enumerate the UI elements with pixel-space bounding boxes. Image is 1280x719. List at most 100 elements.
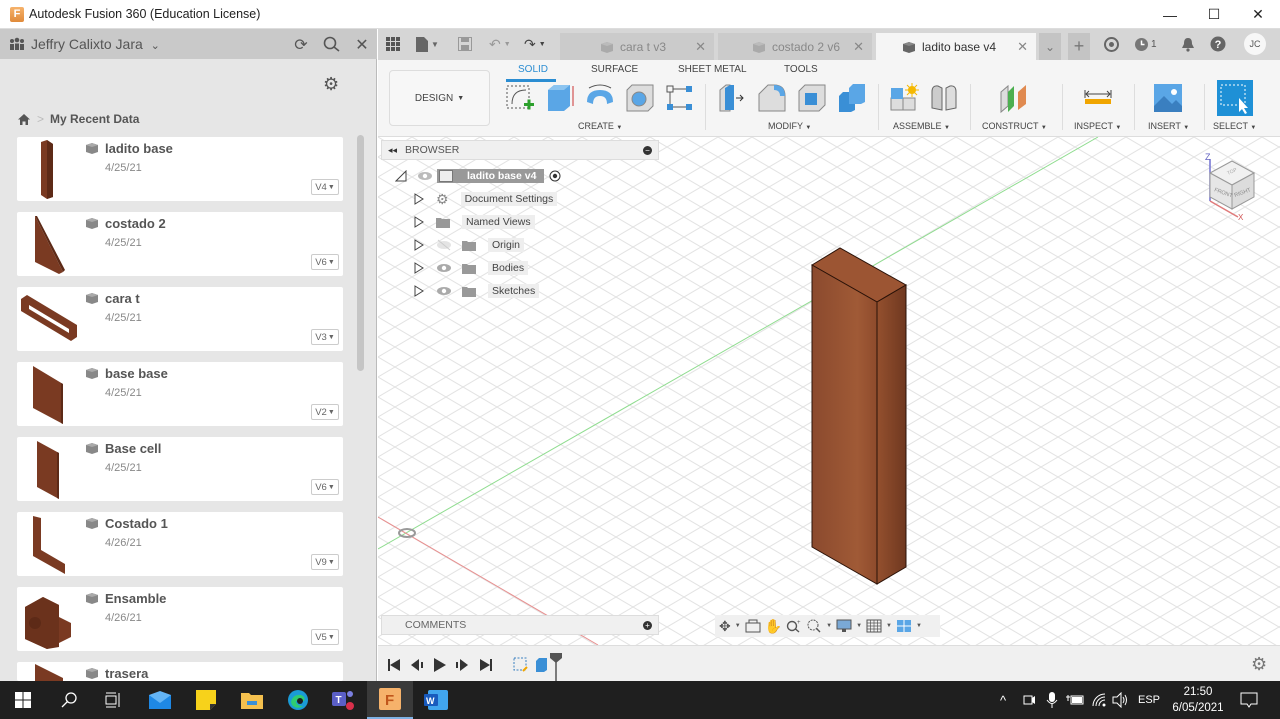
joint-icon[interactable] — [928, 82, 960, 114]
data-item-card[interactable]: cara t 4/25/21 V3 ▼ — [17, 287, 343, 351]
meet-now-icon[interactable] — [1022, 693, 1036, 707]
timeline-marker-handle[interactable] — [549, 653, 563, 682]
viewports-icon[interactable] — [896, 619, 912, 633]
data-item-card[interactable]: costado 2 4/25/21 V6 ▼ — [17, 212, 343, 276]
shell-icon[interactable] — [796, 82, 828, 114]
version-dropdown[interactable]: V6 ▼ — [311, 254, 339, 270]
fusion-360-app[interactable]: F — [367, 681, 413, 719]
comments-panel-header[interactable]: COMMENTS + — [381, 615, 659, 635]
version-dropdown[interactable]: V3 ▼ — [311, 329, 339, 345]
press-pull-icon[interactable] — [716, 82, 748, 114]
modify-menu[interactable]: MODIFY ▼ — [768, 121, 811, 131]
expand-triangle-icon[interactable] — [414, 239, 424, 251]
play-icon[interactable] — [434, 658, 446, 672]
eye-hidden-icon[interactable] — [436, 239, 452, 251]
eye-icon[interactable] — [436, 285, 452, 297]
new-component-icon[interactable] — [888, 82, 920, 114]
go-to-start-icon[interactable] — [388, 659, 400, 671]
step-back-icon[interactable] — [411, 659, 423, 671]
browser-node-named-views[interactable]: Named Views — [395, 212, 675, 232]
help-icon[interactable]: ? — [1210, 36, 1226, 52]
document-tab-active[interactable]: ladito base v4 ✕ — [876, 33, 1036, 60]
eye-icon[interactable] — [417, 170, 433, 182]
zoom-icon[interactable]: + — [786, 619, 802, 633]
edge-browser-app[interactable] — [275, 681, 321, 719]
file-explorer-app[interactable] — [229, 681, 275, 719]
data-item-card[interactable]: trasera — [17, 662, 343, 681]
create-sketch-icon[interactable] — [504, 82, 536, 114]
team-icon[interactable] — [9, 37, 25, 51]
hole-icon[interactable] — [624, 82, 656, 114]
tab-surface[interactable]: SURFACE — [591, 64, 638, 75]
item-name[interactable]: costado 2 — [105, 216, 166, 231]
version-dropdown[interactable]: V6 ▼ — [311, 479, 339, 495]
data-item-card[interactable]: Costado 1 4/26/21 V9 ▼ — [17, 512, 343, 576]
refresh-icon[interactable]: ⟳ — [291, 35, 311, 54]
timeline-sketch-feature-icon[interactable] — [513, 657, 529, 673]
microphone-icon[interactable] — [1046, 692, 1058, 708]
tab-solid[interactable]: SOLID — [518, 64, 548, 75]
expand-triangle-icon[interactable] — [414, 216, 424, 228]
item-name[interactable]: Costado 1 — [105, 516, 168, 531]
item-name[interactable]: Base cell — [105, 441, 161, 456]
version-dropdown[interactable]: V2 ▼ — [311, 404, 339, 420]
data-item-card[interactable]: Base cell 4/25/21 V6 ▼ — [17, 437, 343, 501]
clock[interactable]: 21:50 6/05/2021 — [1172, 684, 1224, 716]
show-hidden-icons[interactable]: ^ — [1000, 681, 1006, 719]
file-menu[interactable]: ▼ — [416, 35, 439, 53]
pattern-icon[interactable] — [664, 82, 696, 114]
version-dropdown[interactable]: V5 ▼ — [311, 629, 339, 645]
input-language[interactable]: ESP — [1138, 681, 1160, 719]
browser-node-document-settings[interactable]: ⚙ Document Settings — [395, 189, 675, 209]
battery-charging-icon[interactable] — [1066, 693, 1084, 707]
expand-triangle-icon[interactable] — [414, 262, 424, 274]
collapse-triangle-icon[interactable] — [395, 170, 407, 182]
data-panel-grid-icon[interactable] — [386, 37, 400, 51]
extrude-icon[interactable] — [544, 82, 576, 114]
root-component-label[interactable]: ladito base v4 — [437, 169, 545, 183]
tab-tools[interactable]: TOOLS — [784, 64, 818, 75]
view-cube[interactable]: Z X FRONT RIGHT TOP — [1200, 151, 1262, 223]
undo-button[interactable]: ↶ ▼ — [489, 35, 511, 53]
select-menu[interactable]: SELECT ▼ — [1213, 121, 1256, 131]
new-tab-button[interactable]: + — [1068, 33, 1090, 60]
tab-overflow-button[interactable]: ⌄ — [1039, 33, 1061, 60]
create-menu[interactable]: CREATE ▼ — [578, 121, 622, 131]
close-tab-icon[interactable]: ✕ — [695, 39, 706, 55]
data-item-card[interactable]: base base 4/25/21 V2 ▼ — [17, 362, 343, 426]
add-comment-icon[interactable]: + — [643, 620, 652, 630]
action-center-icon[interactable] — [1240, 692, 1258, 708]
collapse-panel-icon[interactable]: ◂◂ — [388, 145, 397, 156]
activate-radio-icon[interactable] — [549, 170, 561, 182]
revolve-icon[interactable] — [584, 82, 616, 114]
item-name[interactable]: cara t — [105, 291, 140, 306]
job-status-button[interactable]: 1 — [1134, 37, 1157, 52]
close-panel-icon[interactable]: ✕ — [352, 35, 372, 54]
team-selector[interactable]: Jeffry Calixto Jara ⌄ — [31, 36, 160, 52]
timeline-settings-gear-icon[interactable]: ⚙ — [1251, 654, 1267, 675]
breadcrumb-current[interactable]: My Recent Data — [50, 112, 139, 126]
browser-node-sketches[interactable]: Sketches — [395, 281, 675, 301]
task-view-button[interactable] — [90, 681, 136, 719]
select-icon[interactable] — [1217, 80, 1253, 116]
item-name[interactable]: base base — [105, 366, 168, 381]
settings-gear-icon[interactable]: ⚙ — [323, 74, 339, 95]
minimize-panel-icon[interactable]: − — [643, 145, 652, 155]
grid-settings-icon[interactable] — [866, 619, 882, 633]
item-name[interactable]: Ensamble — [105, 591, 166, 606]
wifi-icon[interactable] — [1091, 692, 1107, 708]
display-settings-icon[interactable] — [836, 619, 852, 633]
insert-image-icon[interactable] — [1152, 82, 1184, 114]
construct-menu[interactable]: CONSTRUCT ▼ — [982, 121, 1047, 131]
close-tab-icon[interactable]: ✕ — [853, 39, 864, 55]
offset-plane-icon[interactable] — [998, 82, 1030, 114]
browser-root-node[interactable]: ladito base v4 — [395, 166, 675, 186]
caret-down-icon[interactable]: ▼ — [856, 623, 862, 629]
version-dropdown[interactable]: V9 ▼ — [311, 554, 339, 570]
maximize-button[interactable]: ☐ — [1192, 0, 1236, 29]
inspect-menu[interactable]: INSPECT ▼ — [1074, 121, 1121, 131]
data-item-card[interactable]: ladito base 4/25/21 V4 ▼ — [17, 137, 343, 201]
browser-node-origin[interactable]: Origin — [395, 235, 675, 255]
pan-hand-icon[interactable]: ✋ — [765, 618, 782, 635]
search-button[interactable] — [46, 681, 92, 719]
